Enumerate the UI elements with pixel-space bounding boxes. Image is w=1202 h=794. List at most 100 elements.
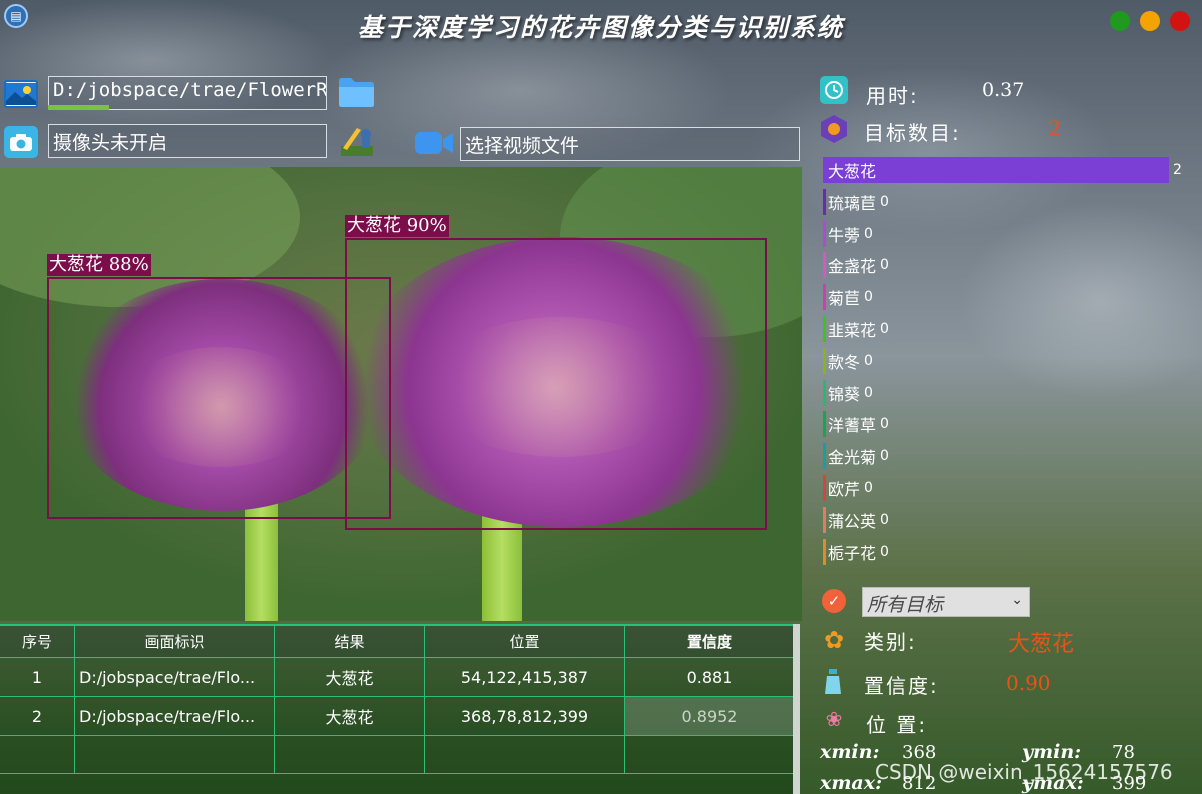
class-count: 0 bbox=[864, 480, 873, 496]
cell-position: 368,78,812,399 bbox=[425, 697, 625, 735]
target-select[interactable]: 所有目标 ⌄ bbox=[862, 587, 1030, 617]
class-count-row: 菊苣 0 bbox=[823, 284, 873, 311]
confidence-label: 置信度: bbox=[864, 674, 939, 698]
time-label: 用时: bbox=[866, 84, 919, 108]
model-tool-icon[interactable] bbox=[337, 124, 377, 158]
class-count-bar: 金盏花 bbox=[823, 252, 877, 279]
class-name: 金盏花 bbox=[828, 257, 877, 277]
cell-result: 大葱花 bbox=[275, 658, 425, 696]
cell-source: D:/jobspace/trae/Flo... bbox=[75, 658, 275, 696]
class-count-bar: 蒲公英 bbox=[823, 506, 877, 533]
camera-status-field: 摄像头未开启 bbox=[48, 124, 327, 158]
check-icon: ✓ bbox=[822, 589, 846, 613]
class-count: 0 bbox=[864, 384, 873, 401]
class-count-row: 欧芹 0 bbox=[823, 475, 873, 501]
target-select-value: 所有目标 bbox=[867, 594, 944, 616]
cell-index: 1 bbox=[0, 658, 75, 696]
cell-confidence: 0.8952 bbox=[625, 697, 795, 735]
class-name: 洋蓍草 bbox=[828, 416, 877, 436]
video-icon[interactable] bbox=[414, 128, 454, 158]
table-row-empty bbox=[0, 736, 795, 774]
class-count: 2 bbox=[1173, 162, 1182, 178]
class-name: 菊苣 bbox=[828, 289, 861, 309]
cell-result: 大葱花 bbox=[275, 697, 425, 735]
class-name: 锦葵 bbox=[828, 384, 861, 404]
header-position[interactable]: 位置 bbox=[425, 626, 625, 657]
class-count: 0 bbox=[864, 352, 873, 369]
header-result[interactable]: 结果 bbox=[275, 626, 425, 657]
window-title: 基于深度学习的花卉图像分类与识别系统 bbox=[357, 13, 844, 42]
class-count-row: 款冬 0 bbox=[823, 347, 873, 374]
time-value: 0.37 bbox=[982, 79, 1025, 101]
clock-icon bbox=[820, 76, 848, 104]
class-count-row: 大葱花 2 bbox=[823, 157, 1182, 183]
class-count-row: 栀子花 0 bbox=[823, 538, 889, 565]
cell-index: 2 bbox=[0, 697, 75, 735]
class-name: 牛蒡 bbox=[828, 225, 861, 245]
detection-label: 大葱花 88% bbox=[47, 254, 151, 276]
minimize-button[interactable] bbox=[1110, 11, 1130, 31]
image-icon[interactable] bbox=[4, 80, 38, 108]
flower-icon: ✿ bbox=[823, 626, 845, 654]
detection-box bbox=[345, 238, 767, 530]
image-load-progress bbox=[48, 105, 110, 110]
class-count-row: 蒲公英 0 bbox=[823, 506, 889, 533]
position-label: 位 置: bbox=[866, 713, 928, 737]
class-count-bar: 款冬 bbox=[823, 347, 861, 374]
class-count-bar: 菊苣 bbox=[823, 284, 861, 311]
class-name: 金光菊 bbox=[828, 448, 877, 468]
class-count-row: 金光菊 0 bbox=[823, 443, 889, 470]
class-name: 琉璃苣 bbox=[828, 193, 877, 213]
class-count: 0 bbox=[880, 321, 889, 337]
chevron-down-icon: ⌄ bbox=[1011, 592, 1023, 608]
class-count-row: 韭菜花 0 bbox=[823, 316, 889, 342]
class-count-row: 牛蒡 0 bbox=[823, 220, 873, 247]
cell-position: 54,122,415,387 bbox=[425, 658, 625, 696]
detection-label: 大葱花 90% bbox=[345, 215, 449, 237]
class-count-row: 金盏花 0 bbox=[823, 252, 889, 279]
video-file-field[interactable]: 选择视频文件 bbox=[460, 127, 800, 161]
close-button[interactable] bbox=[1170, 11, 1190, 31]
class-count: 0 bbox=[880, 416, 889, 433]
table-row[interactable]: 2 D:/jobspace/trae/Flo... 大葱花 368,78,812… bbox=[0, 697, 795, 736]
table-row[interactable]: 1 D:/jobspace/trae/Flo... 大葱花 54,122,415… bbox=[0, 658, 795, 697]
target-count-icon bbox=[820, 114, 848, 144]
xmin-label: xmin: bbox=[820, 741, 880, 763]
results-table[interactable]: 序号 画面标识 结果 位置 置信度 1 D:/jobspace/trae/Flo… bbox=[0, 624, 800, 794]
table-scrollbar[interactable] bbox=[793, 624, 800, 794]
lotus-icon: ❀ bbox=[825, 707, 843, 731]
xmax-label: xmax: bbox=[820, 772, 883, 794]
class-count-bar: 琉璃苣 bbox=[823, 188, 877, 215]
watermark: CSDN @weixin_15624157576 bbox=[875, 760, 1173, 784]
folder-icon[interactable] bbox=[338, 75, 375, 108]
header-confidence[interactable]: 置信度 bbox=[625, 626, 795, 657]
target-count-value: 2 bbox=[1048, 117, 1062, 141]
class-count-bar: 欧芹 bbox=[823, 475, 860, 501]
class-count-bar: 韭菜花 bbox=[823, 316, 876, 342]
class-count-row: 锦葵 0 bbox=[823, 379, 873, 406]
class-count-bar: 栀子花 bbox=[823, 538, 877, 565]
bottle-icon bbox=[822, 668, 844, 696]
maximize-button[interactable] bbox=[1140, 11, 1160, 31]
class-name: 欧芹 bbox=[828, 480, 861, 499]
class-count-bar: 牛蒡 bbox=[823, 220, 861, 247]
confidence-value: 0.90 bbox=[1006, 671, 1051, 695]
class-count: 0 bbox=[864, 225, 873, 242]
class-count-row: 洋蓍草 0 bbox=[823, 411, 889, 438]
class-count: 0 bbox=[864, 289, 873, 306]
camera-icon[interactable] bbox=[4, 126, 38, 158]
class-count: 0 bbox=[880, 448, 889, 465]
class-name: 蒲公英 bbox=[828, 511, 877, 531]
cell-confidence: 0.881 bbox=[625, 658, 795, 696]
class-name: 款冬 bbox=[828, 352, 861, 372]
class-name: 栀子花 bbox=[828, 543, 877, 563]
target-count-label: 目标数目: bbox=[864, 121, 961, 145]
class-count: 0 bbox=[880, 511, 889, 528]
class-count-bar: 洋蓍草 bbox=[823, 411, 877, 438]
header-source[interactable]: 画面标识 bbox=[75, 626, 275, 657]
class-count: 0 bbox=[880, 543, 889, 560]
class-count-bar: 锦葵 bbox=[823, 379, 861, 406]
class-value: 大葱花 bbox=[1008, 632, 1075, 657]
class-count-bar: 大葱花 bbox=[823, 157, 1169, 183]
header-index[interactable]: 序号 bbox=[0, 626, 75, 657]
